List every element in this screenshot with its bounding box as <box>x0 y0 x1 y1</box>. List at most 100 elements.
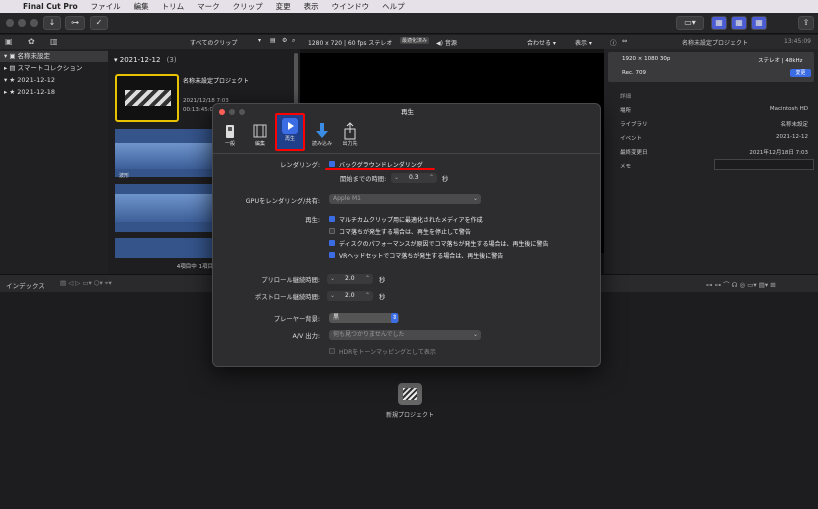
menu-app[interactable]: Final Cut Pro <box>23 2 78 11</box>
library-value: 名称未設定 <box>780 122 808 128</box>
player-bg-select[interactable]: 黒 ⇕ <box>329 313 399 323</box>
postroll-unit: 秒 <box>379 294 386 301</box>
browser-toggle-icon[interactable]: ▦ <box>711 16 727 30</box>
index-button[interactable]: インデックス <box>6 280 45 290</box>
menu-file[interactable]: ファイル <box>91 1 121 12</box>
dialog-minimize-button[interactable] <box>229 109 235 115</box>
disk-warning-checkbox[interactable] <box>329 240 335 246</box>
clip-filter-select[interactable]: すべてのクリップ <box>190 38 237 47</box>
av-output-select[interactable]: 何も見つかりませんでした ⌄ <box>329 330 481 340</box>
player-bg-label: プレーヤー背景: <box>273 316 320 323</box>
switch-icon <box>226 125 234 138</box>
disk-warning-text: ディスクのパフォーマンスが原因でコマ落ちが発生する場合は、再生後に警告 <box>339 241 549 248</box>
background-render-checkbox[interactable] <box>329 161 335 167</box>
zoom-window-button[interactable] <box>30 19 38 27</box>
audio-clip-3[interactable] <box>115 238 214 258</box>
tab-import[interactable]: 読み込み <box>307 120 337 152</box>
filter-chevron-icon[interactable]: ▾ <box>258 37 261 44</box>
menu-edit[interactable]: 編集 <box>134 1 149 12</box>
smart-collections-item[interactable]: ▸ ▤ スマートコレクション <box>4 63 82 74</box>
audio-mode[interactable]: ◀) 音源 <box>436 38 457 47</box>
menu-help[interactable]: ヘルプ <box>382 1 405 12</box>
info-icon[interactable]: ⓘ <box>610 37 617 47</box>
viewer-header: 1280 x 720 | 60 fps ステレオ 最適化済み ◀) 音源 合わせ… <box>300 35 604 49</box>
libraries-icon[interactable]: ▣ <box>5 37 13 46</box>
titles-icon[interactable]: ▥ <box>50 37 58 46</box>
menu-modify[interactable]: 変更 <box>276 1 291 12</box>
hdr-checkbox[interactable] <box>329 348 335 354</box>
vr-warning-text: VRヘッドセットでコマ落ちが発生する場合は、再生後に警告 <box>339 253 504 260</box>
import-icon[interactable]: ↓ <box>43 16 61 30</box>
search-icon[interactable]: ⌕ <box>292 37 295 45</box>
preferences-dialog: 再生 一般 編集 再生 読み込み 出力先 レンダリング: バックグラウンドレンダ… <box>212 103 601 367</box>
dialog-divider <box>213 153 600 154</box>
project-properties-box: 1920 × 1080 30p ステレオ | 48kHz Rec. 709 変更 <box>608 52 814 82</box>
library-root[interactable]: ▾ ▣ 名称未設定 <box>0 51 108 62</box>
notes-field[interactable] <box>714 159 814 170</box>
library-pane: ▾ ▣ 名称未設定 ▸ ▤ スマートコレクション ▾ ★ 2021-12-12 … <box>0 49 108 274</box>
new-project-label[interactable]: 新規プロジェクト <box>370 410 450 419</box>
multicam-checkbox[interactable] <box>329 216 335 222</box>
postroll-stepper[interactable]: ⌄ 2.0 ⌃ <box>327 291 373 301</box>
date-group-header[interactable]: ▾ 2021-12-12 (3) <box>114 56 177 64</box>
vr-warning-checkbox[interactable] <box>329 252 335 258</box>
menu-trim[interactable]: トリム <box>162 1 185 12</box>
event-2021-12-18-item[interactable]: ▸ ★ 2021-12-18 <box>4 87 55 98</box>
tab-playback[interactable]: 再生 <box>275 113 305 151</box>
timeline-right-icons[interactable]: ⊶ ⊶ ⌒ ☊ ◎ ▭▾ ▤▾ ⊞ <box>706 279 776 289</box>
clip-label: 波形 <box>119 173 130 179</box>
project-thumbnail[interactable] <box>115 74 179 122</box>
inspector-timecode: 13:45:09 <box>784 38 811 45</box>
playback-label: 再生: <box>305 217 320 224</box>
start-after-stepper[interactable]: ⌄ 0.3 ⌃ <box>391 173 437 183</box>
audio-clip-1[interactable]: 波形 <box>115 129 214 179</box>
audio-clip-2[interactable] <box>115 184 214 232</box>
view-options-select[interactable]: 表示 ▾ <box>575 38 592 47</box>
library-label: ライブラリ <box>620 122 648 128</box>
stop-on-drop-checkbox[interactable] <box>329 228 335 234</box>
minimize-window-button[interactable] <box>18 19 26 27</box>
background-tasks-icon[interactable]: ✓ <box>90 16 108 30</box>
close-window-button[interactable] <box>6 19 14 27</box>
timeline-nav-icons[interactable]: ▤ ◁ ▷ ▭▾ ⬡▾ ⌖▾ <box>60 279 112 288</box>
proxy-badge[interactable]: 最適化済み <box>400 37 430 44</box>
zoom-fit-select[interactable]: 合わせる ▾ <box>527 38 556 47</box>
menu-view[interactable]: 表示 <box>304 1 319 12</box>
menu-mark[interactable]: マーク <box>197 1 220 12</box>
share-toolbar-icon[interactable]: ⇪ <box>798 16 814 30</box>
location-value: Macintosh HD <box>769 106 808 112</box>
event-2021-12-12-item[interactable]: ▾ ★ 2021-12-12 <box>4 75 55 86</box>
gpu-select[interactable]: Apple M1 ⌄ <box>329 194 481 204</box>
dialog-zoom-button[interactable] <box>239 109 245 115</box>
inspector-toggle-icon[interactable]: ▦ <box>751 16 767 30</box>
modify-button[interactable]: 変更 <box>790 69 811 77</box>
tab-editing[interactable]: 編集 <box>245 120 275 152</box>
gpu-label: GPUをレンダリング/共有: <box>245 198 320 205</box>
menu-window[interactable]: ウインドウ <box>332 1 370 12</box>
share-inspector-icon[interactable]: ⇔ <box>622 37 627 45</box>
new-project-icon[interactable] <box>398 383 422 405</box>
timeline-toggle-icon[interactable]: ▦ <box>731 16 747 30</box>
preroll-unit: 秒 <box>379 277 386 284</box>
play-icon <box>282 118 298 134</box>
event-label: イベント <box>620 136 643 142</box>
tab-general[interactable]: 一般 <box>215 120 245 152</box>
photos-icon[interactable]: ✿ <box>28 37 35 46</box>
project-title[interactable]: 名称未設定プロジェクト <box>183 78 253 86</box>
inspector-pane: ⓘ ⇔ 名称未設定プロジェクト 13:45:09 1920 × 1080 30p… <box>604 35 818 274</box>
start-after-unit: 秒 <box>442 176 449 183</box>
modified-label: 最終変更日 <box>620 150 648 156</box>
dialog-close-button[interactable] <box>219 109 225 115</box>
color-space-info: Rec. 709 <box>622 70 646 76</box>
preroll-stepper[interactable]: ⌄ 2.0 ⌃ <box>327 274 373 284</box>
keywords-icon[interactable]: ⊶ <box>65 16 85 30</box>
workspace-icon[interactable]: ▭▾ <box>676 16 704 30</box>
tab-destinations[interactable]: 出力先 <box>335 120 365 152</box>
dialog-title: 再生 <box>401 108 414 116</box>
start-after-label: 開始までの時間: <box>340 176 387 183</box>
hdr-text: HDRをトーンマッピングとして表示 <box>339 349 436 356</box>
highlight-underline <box>325 168 435 170</box>
settings-icon[interactable]: ⚙ <box>282 37 287 44</box>
view-options-icon[interactable]: ▤ <box>270 37 276 44</box>
menu-clip[interactable]: クリップ <box>233 1 263 12</box>
